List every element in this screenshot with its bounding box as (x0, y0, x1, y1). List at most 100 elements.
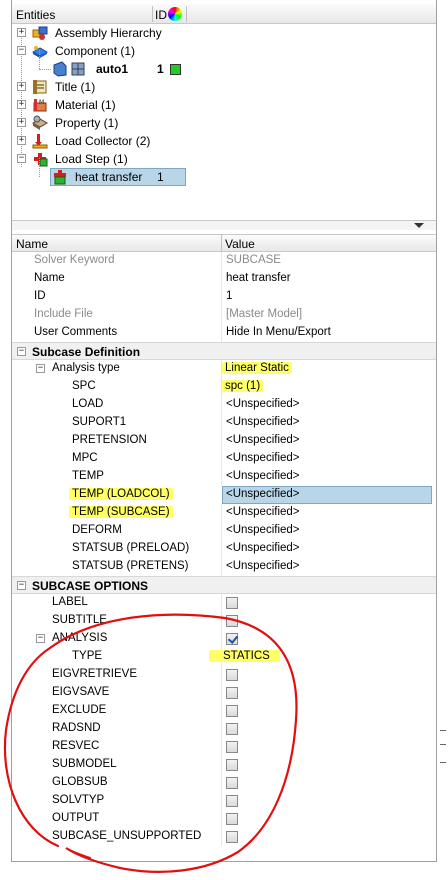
expand-icon[interactable]: + (17, 118, 26, 127)
option-value-dropdown[interactable]: STATICS (209, 650, 280, 662)
option-row-submodel[interactable]: SUBMODEL (12, 756, 436, 774)
option-checkbox[interactable] (226, 687, 238, 699)
option-checkbox[interactable] (226, 597, 238, 609)
tree-node-label: Load Step (1) (55, 152, 128, 166)
expand-icon[interactable]: + (17, 100, 26, 109)
option-row-solvtyp[interactable]: SOLVTYP (12, 792, 436, 810)
option-row-output[interactable]: OUTPUT (12, 810, 436, 828)
tree-node-auto1[interactable]: auto1 1 (12, 50, 436, 78)
section-subcase-definition[interactable]: − Subcase Definition (12, 342, 436, 360)
property-row-pretension[interactable]: PRETENSION <Unspecified> (12, 432, 436, 450)
tree-node-title[interactable]: + Title (1) (12, 78, 436, 96)
property-row-deform[interactable]: DEFORM <Unspecified> (12, 522, 436, 540)
option-checkbox[interactable] (226, 813, 238, 825)
property-value-dropdown[interactable]: Linear Static (222, 362, 292, 374)
property-value[interactable]: Hide In Menu/Export (226, 326, 331, 338)
entity-tree: + Assembly Hierarchy − Component (1) aut… (12, 24, 436, 220)
color-wheel-icon[interactable] (168, 7, 182, 21)
tree-node-load-step[interactable]: − Load Step (1) (12, 150, 436, 168)
property-row-temp[interactable]: TEMP <Unspecified> (12, 468, 436, 486)
tree-node-assembly-hierarchy[interactable]: + Assembly Hierarchy (12, 24, 436, 42)
property-value[interactable]: <Unspecified> (226, 542, 300, 554)
collapse-icon[interactable]: − (36, 364, 45, 373)
property-value[interactable]: <Unspecified> (226, 524, 300, 536)
property-row-include-file[interactable]: Include File [Master Model] (12, 306, 436, 324)
property-value[interactable]: heat transfer (226, 272, 291, 284)
option-checkbox[interactable] (226, 723, 238, 735)
property-row-name[interactable]: Name heat transfer (12, 270, 436, 288)
tree-node-load-collector[interactable]: + Load Collector (2) (12, 132, 436, 150)
panel-splitter[interactable] (12, 220, 436, 230)
collapse-icon[interactable]: − (36, 634, 45, 643)
property-value[interactable]: spc (1) (222, 380, 264, 392)
option-checkbox[interactable] (226, 795, 238, 807)
property-value[interactable]: <Unspecified> (226, 560, 300, 572)
property-row-mpc[interactable]: MPC <Unspecified> (12, 450, 436, 468)
option-row-exclude[interactable]: EXCLUDE (12, 702, 436, 720)
dropdown-arrow-icon[interactable] (414, 223, 424, 228)
property-row-user-comments[interactable]: User Comments Hide In Menu/Export (12, 324, 436, 342)
property-row-temp-loadcol[interactable]: TEMP (LOADCOL) <Unspecified> (12, 486, 436, 504)
tree-node-component[interactable]: − Component (1) (12, 42, 436, 60)
option-checkbox[interactable] (226, 777, 238, 789)
option-checkbox[interactable] (226, 615, 238, 627)
property-value[interactable]: <Unspecified> (226, 506, 300, 518)
option-checkbox[interactable] (226, 759, 238, 771)
property-name: DEFORM (72, 524, 122, 536)
option-row-resvec[interactable]: RESVEC (12, 738, 436, 756)
entities-column-header[interactable]: Entities (16, 8, 55, 22)
expand-icon[interactable]: + (17, 136, 26, 145)
column-separator[interactable] (221, 235, 222, 251)
property-value[interactable]: <Unspecified> (226, 398, 300, 410)
tree-node-heat-transfer[interactable]: heat transfer 1 (12, 158, 436, 186)
property-value[interactable]: <Unspecified> (226, 470, 300, 482)
collapse-icon[interactable]: − (17, 154, 26, 163)
property-value[interactable]: 1 (226, 290, 232, 302)
column-separator[interactable] (152, 6, 153, 22)
collapse-icon[interactable]: − (17, 581, 26, 590)
option-checkbox-checked[interactable] (226, 633, 238, 645)
property-row-temp-subcase[interactable]: TEMP (SUBCASE) <Unspecified> (12, 504, 436, 522)
property-row-load[interactable]: LOAD <Unspecified> (12, 396, 436, 414)
name-column-header[interactable]: Name (16, 237, 48, 251)
collapse-icon[interactable]: − (17, 46, 26, 55)
property-row-statsub-pretens[interactable]: STATSUB (PRETENS) <Unspecified> (12, 558, 436, 576)
tree-node-label: Load Collector (2) (55, 134, 151, 148)
option-row-type[interactable]: TYPE STATICS (12, 648, 436, 666)
option-row-globsub[interactable]: GLOBSUB (12, 774, 436, 792)
collapse-icon[interactable]: − (17, 347, 26, 356)
option-row-label[interactable]: LABEL (12, 594, 436, 612)
option-checkbox[interactable] (226, 741, 238, 753)
id-column-header[interactable]: ID (155, 8, 167, 22)
tree-node-property[interactable]: + Property (1) (12, 114, 436, 132)
property-row-solver-keyword[interactable]: Solver Keyword SUBCASE (12, 252, 436, 270)
section-subcase-options[interactable]: − SUBCASE OPTIONS (12, 576, 436, 594)
expand-icon[interactable]: + (17, 28, 26, 37)
property-row-suport1[interactable]: SUPORT1 <Unspecified> (12, 414, 436, 432)
property-value[interactable]: <Unspecified> (226, 416, 300, 428)
column-separator[interactable] (186, 6, 187, 22)
property-row-spc[interactable]: SPC spc (1) (12, 378, 436, 396)
value-column-header[interactable]: Value (225, 237, 255, 251)
tree-node-id: 1 (157, 170, 164, 184)
property-value[interactable]: <Unspecified> (226, 452, 300, 464)
option-row-subtitle[interactable]: SUBTITLE (12, 612, 436, 630)
property-row-analysis-type[interactable]: − Analysis type Linear Static (12, 360, 436, 378)
property-name: PRETENSION (72, 434, 147, 446)
option-row-radsnd[interactable]: RADSND (12, 720, 436, 738)
tree-node-material[interactable]: + M Material (1) (12, 96, 436, 114)
expand-icon[interactable]: + (17, 82, 26, 91)
property-row-id[interactable]: ID 1 (12, 288, 436, 306)
color-swatch[interactable] (170, 64, 181, 75)
option-row-subcase-unsupported[interactable]: SUBCASE_UNSUPPORTED (12, 828, 436, 846)
property-value[interactable]: <Unspecified> (226, 434, 300, 446)
option-row-eigvretrieve[interactable]: EIGVRETRIEVE (12, 666, 436, 684)
option-checkbox[interactable] (226, 831, 238, 843)
option-checkbox[interactable] (226, 705, 238, 717)
property-value: [Master Model] (226, 308, 303, 320)
option-row-analysis[interactable]: − ANALYSIS (12, 630, 436, 648)
option-row-eigvsave[interactable]: EIGVSAVE (12, 684, 436, 702)
property-value[interactable]: <Unspecified> (226, 488, 300, 500)
option-checkbox[interactable] (226, 669, 238, 681)
property-row-statsub-preload[interactable]: STATSUB (PRELOAD) <Unspecified> (12, 540, 436, 558)
